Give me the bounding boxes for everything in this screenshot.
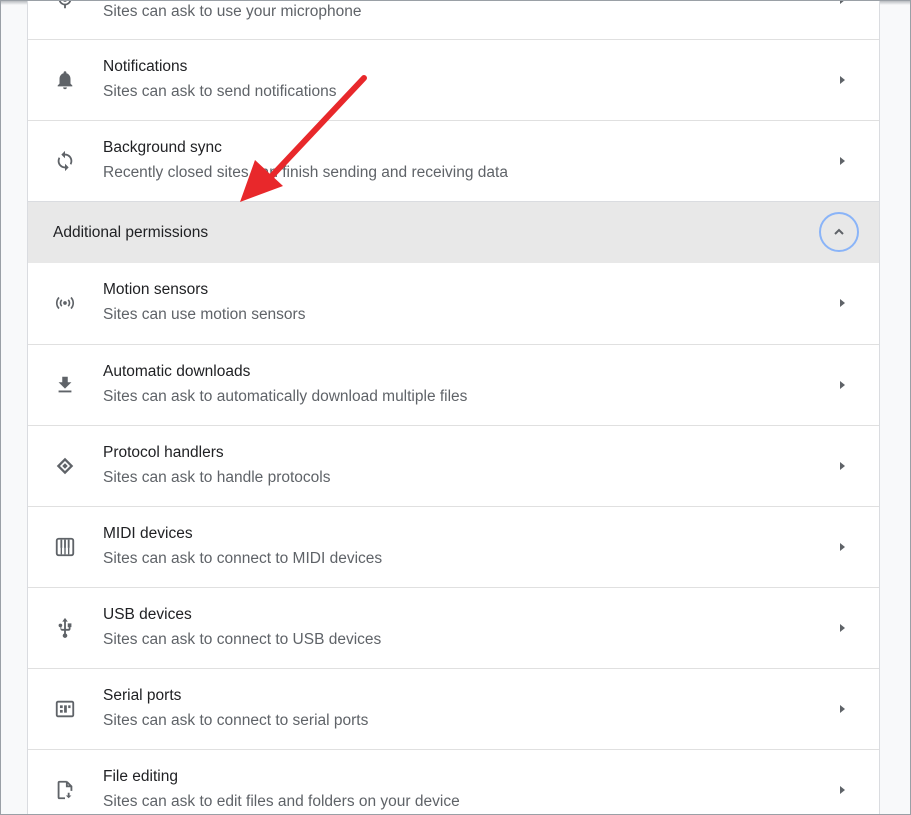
- row-serial-ports[interactable]: Serial ports Sites can ask to connect to…: [28, 668, 879, 749]
- row-midi-devices[interactable]: MIDI devices Sites can ask to connect to…: [28, 506, 879, 587]
- row-description: Sites can ask to connect to MIDI devices: [103, 550, 383, 567]
- row-description: Sites can use motion sensors: [103, 306, 306, 323]
- row-motion-sensors[interactable]: Motion sensors Sites can use motion sens…: [28, 263, 879, 344]
- row-title: File editing: [103, 768, 178, 785]
- protocol-handler-icon: [54, 455, 76, 477]
- row-title: USB devices: [103, 606, 192, 623]
- additional-permissions-header[interactable]: Additional permissions: [28, 201, 879, 263]
- chevron-up-icon: [834, 228, 844, 235]
- row-description: Sites can ask to connect to USB devices: [103, 631, 382, 648]
- chevron-right-icon: [840, 624, 845, 632]
- row-title: MIDI devices: [103, 525, 193, 542]
- row-title: Notifications: [103, 58, 188, 75]
- row-file-editing[interactable]: File editing Sites can ask to edit files…: [28, 749, 879, 814]
- row-title: Background sync: [103, 139, 222, 156]
- row-microphone[interactable]: Sites can ask to use your microphone: [28, 1, 879, 40]
- row-protocol-handlers[interactable]: Protocol handlers Sites can ask to handl…: [28, 425, 879, 506]
- piano-icon: [54, 536, 76, 558]
- usb-icon: [54, 617, 76, 639]
- chevron-right-icon: [840, 157, 845, 165]
- row-usb-devices[interactable]: USB devices Sites can ask to connect to …: [28, 587, 879, 668]
- chevron-right-icon: [840, 462, 845, 470]
- collapse-toggle-button[interactable]: [819, 212, 859, 252]
- row-description: Sites can ask to send notifications: [103, 83, 337, 100]
- chevron-right-icon: [840, 381, 845, 389]
- sync-icon: [54, 150, 76, 172]
- file-edit-icon: [54, 779, 76, 801]
- bell-icon: [54, 69, 76, 91]
- row-description: Sites can ask to handle protocols: [103, 469, 331, 486]
- row-title: Protocol handlers: [103, 444, 224, 461]
- row-description: Sites can ask to connect to serial ports: [103, 712, 369, 729]
- row-automatic-downloads[interactable]: Automatic downloads Sites can ask to aut…: [28, 344, 879, 425]
- microphone-icon: [54, 1, 76, 11]
- settings-window: Sites can ask to use your microphone Not…: [0, 0, 911, 815]
- serial-port-icon: [54, 698, 76, 720]
- chevron-right-icon: [840, 705, 845, 713]
- row-title: Motion sensors: [103, 281, 209, 298]
- chevron-right-icon: [840, 543, 845, 551]
- row-description: Sites can ask to automatically download …: [103, 388, 468, 405]
- chevron-right-icon: [840, 786, 845, 794]
- row-description: Recently closed sites can finish sending…: [103, 164, 508, 181]
- chevron-right-icon: [840, 1, 844, 4]
- permissions-card: Sites can ask to use your microphone Not…: [27, 1, 880, 814]
- row-background-sync[interactable]: Background sync Recently closed sites ca…: [28, 120, 879, 201]
- row-title: Serial ports: [103, 687, 182, 704]
- row-title: Automatic downloads: [103, 363, 251, 380]
- row-notifications[interactable]: Notifications Sites can ask to send noti…: [28, 39, 879, 120]
- chevron-right-icon: [840, 76, 845, 84]
- motion-sensor-icon: [54, 292, 76, 314]
- chevron-right-icon: [840, 299, 845, 307]
- section-title: Additional permissions: [53, 224, 209, 241]
- row-description: Sites can ask to edit files and folders …: [103, 793, 460, 810]
- row-description: Sites can ask to use your microphone: [103, 3, 362, 20]
- download-icon: [54, 374, 76, 396]
